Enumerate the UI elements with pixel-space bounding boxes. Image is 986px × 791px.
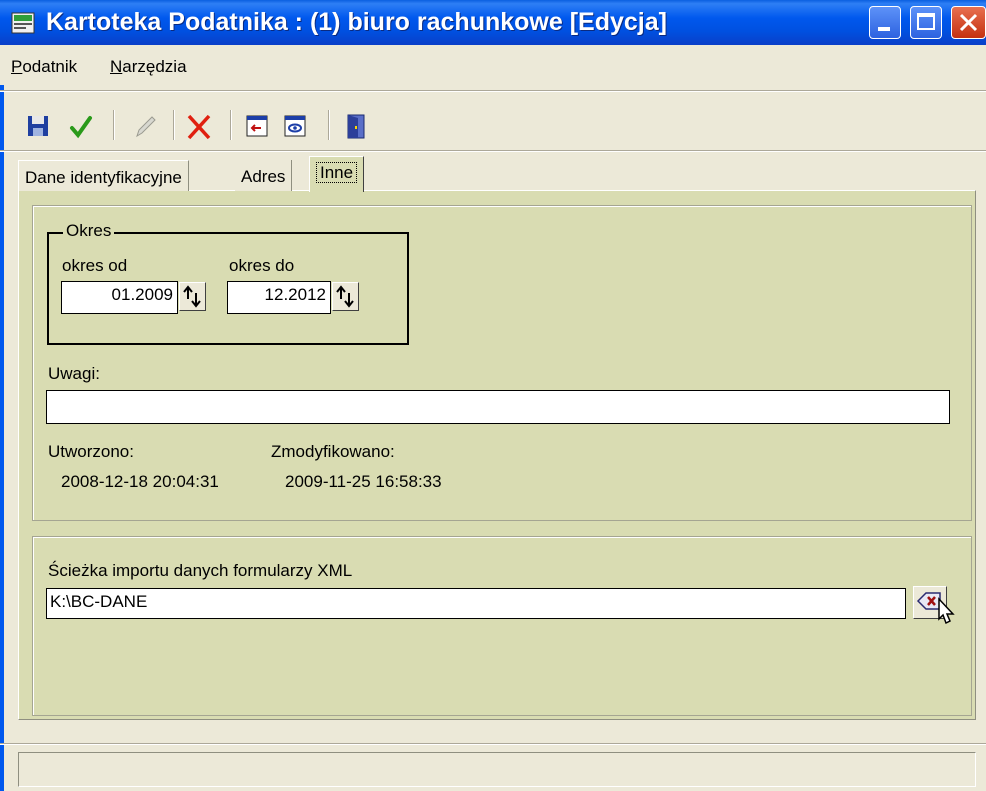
import-path-input[interactable]: K:\BC-DANE <box>46 588 906 619</box>
close-button[interactable] <box>951 6 986 39</box>
tab-adres[interactable]: Adres <box>235 160 293 191</box>
toolbar-separator <box>230 110 232 140</box>
exit-icon[interactable] <box>344 112 370 140</box>
spinner-arrows-icon <box>183 285 201 308</box>
minimize-icon <box>878 27 890 31</box>
preview-icon[interactable] <box>283 112 309 140</box>
app-icon <box>11 12 35 34</box>
window-title: Kartoteka Podatnika : (1) biuro rachunko… <box>46 8 667 36</box>
toolbar-separator <box>173 110 175 140</box>
tab-inne-label: Inne <box>316 162 358 183</box>
status-separator <box>0 743 986 745</box>
menu-bar: Podatnik Narzędzia <box>0 45 986 85</box>
status-bar <box>18 752 976 787</box>
maximize-icon <box>917 13 935 30</box>
toolbar-separator <box>328 110 330 140</box>
minimize-button[interactable] <box>869 6 901 39</box>
modified-value: 2009-11-25 16:58:33 <box>285 472 442 491</box>
menu-podatnik[interactable]: Podatnik <box>11 57 77 77</box>
created-label: Utworzono: <box>48 442 134 461</box>
check-icon[interactable] <box>68 112 94 140</box>
tab-dane-identyfikacyjne[interactable]: Dane identyfikacyjne <box>18 160 189 191</box>
toolbar-separator-line <box>0 150 986 152</box>
modified-label: Zmodyfikowano: <box>271 442 395 461</box>
okres-legend: Okres <box>63 221 115 241</box>
window-frame-left <box>0 45 4 791</box>
close-icon <box>959 13 978 32</box>
okres-od-spinner[interactable] <box>179 282 206 311</box>
delete-icon[interactable] <box>186 112 212 140</box>
mouse-cursor-icon <box>938 597 955 625</box>
toolbar-separator <box>113 110 115 140</box>
okres-do-input[interactable]: 12.2012 <box>227 281 331 314</box>
export-icon[interactable] <box>245 112 271 140</box>
import-path-label: Ścieżka importu danych formularzy XML <box>48 561 353 580</box>
title-bar[interactable]: Kartoteka Podatnika : (1) biuro rachunko… <box>0 0 986 45</box>
menu-narzedzia[interactable]: Narzędzia <box>110 57 187 77</box>
edit-icon[interactable] <box>132 112 158 140</box>
uwagi-label: Uwagi: <box>48 364 100 383</box>
okres-do-label: okres do <box>229 256 295 275</box>
okres-od-label: okres od <box>62 256 128 275</box>
uwagi-input[interactable] <box>46 390 950 424</box>
okres-od-input[interactable]: 01.2009 <box>61 281 178 314</box>
spinner-arrows-icon <box>336 285 354 308</box>
tab-inne[interactable]: Inne <box>309 156 365 192</box>
created-value: 2008-12-18 20:04:31 <box>61 472 219 491</box>
maximize-button[interactable] <box>910 6 942 39</box>
menu-separator <box>0 90 986 92</box>
okres-do-spinner[interactable] <box>332 282 359 311</box>
save-icon[interactable] <box>25 112 51 140</box>
